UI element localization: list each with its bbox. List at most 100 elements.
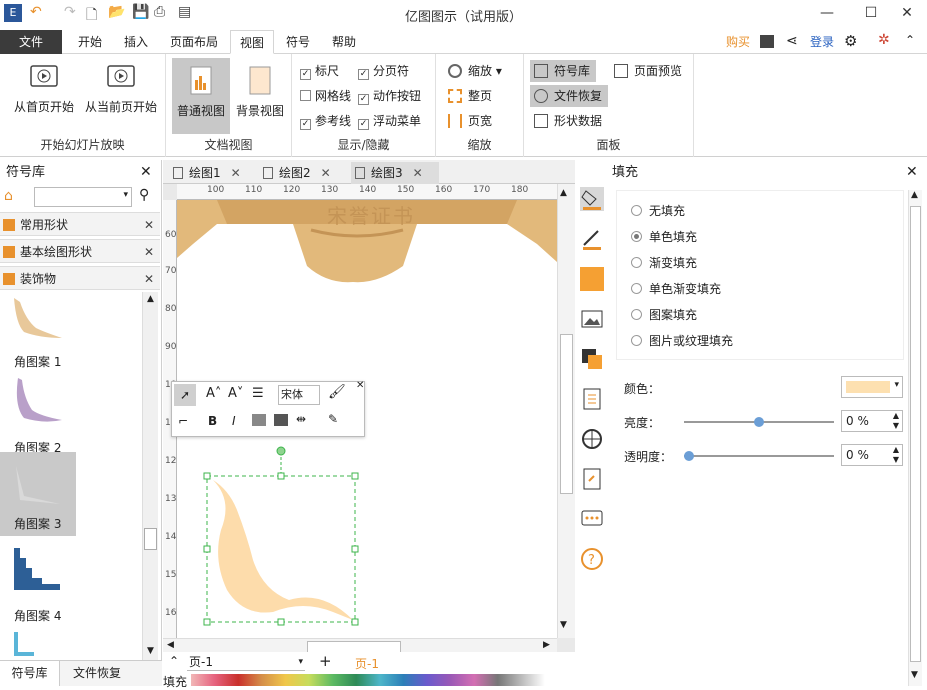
scroll-right-icon[interactable]: ▶ (543, 640, 550, 650)
doc-tab-2[interactable]: 绘图2 ✕ (259, 162, 331, 184)
fill-icon[interactable] (580, 187, 604, 211)
spinner-arrows-icon[interactable]: ▲ ▼ (893, 445, 899, 465)
font-shrink-icon[interactable]: A˅ (228, 386, 243, 401)
search-icon[interactable]: ⚲ (139, 187, 149, 203)
format-painter-icon[interactable]: 🖌 (328, 384, 346, 400)
image-icon[interactable] (580, 307, 604, 331)
scroll-up-icon[interactable]: ▲ (143, 294, 158, 308)
close-category-icon[interactable]: ✕ (144, 240, 154, 264)
radio-mono-gradient-fill[interactable]: 单色渐变填充 (631, 279, 721, 299)
fit-page-button[interactable]: 整页 (444, 85, 492, 107)
minimize-button[interactable]: — (812, 3, 842, 25)
close-tab-icon[interactable]: ✕ (321, 166, 331, 180)
comment-icon[interactable] (580, 507, 604, 531)
layer-icon[interactable] (580, 347, 604, 371)
tab-symbol[interactable]: 符号 (280, 30, 316, 54)
tab-help[interactable]: 帮助 (326, 30, 362, 54)
scroll-down-icon[interactable]: ▼ (911, 670, 918, 680)
transparency-slider[interactable] (684, 451, 834, 461)
connector-icon[interactable]: ⌐ (178, 414, 188, 428)
font-grow-icon[interactable]: A˄ (206, 386, 221, 401)
category-basic-drawing[interactable]: 基本绘图形状 ✕ (0, 239, 160, 263)
brightness-slider-knob[interactable] (754, 417, 764, 427)
close-fill-panel-icon[interactable]: ✕ (906, 164, 918, 180)
scroll-down-icon[interactable]: ▼ (143, 646, 158, 660)
scroll-down-icon[interactable]: ▼ (560, 620, 567, 630)
italic-icon[interactable]: I (232, 414, 236, 428)
tab-view[interactable]: 视图 (230, 30, 274, 54)
transparency-spinner[interactable]: 0 % ▲ ▼ (841, 444, 903, 466)
font-select[interactable]: 宋体 (278, 385, 320, 405)
close-mini-toolbar-icon[interactable]: ✕ (356, 380, 364, 391)
globe-icon[interactable] (580, 427, 604, 451)
checkbox-guides[interactable]: ✓ 参考线 (300, 112, 351, 130)
close-panel-icon[interactable]: ✕ (140, 164, 152, 180)
symbol-corner-4[interactable]: 角图案 4 (0, 544, 140, 628)
library-scrollbar[interactable]: ▲ ▼ (142, 292, 158, 662)
symbol-library-button[interactable]: 符号库 (530, 60, 596, 82)
line-style-icon[interactable]: ✎ (328, 412, 338, 426)
add-page-icon[interactable]: + (319, 652, 332, 670)
scroll-up-icon[interactable]: ▲ (911, 190, 918, 200)
collapse-up-icon[interactable]: ⌃ (169, 654, 179, 668)
line-style-icon[interactable] (580, 227, 604, 251)
document-icon[interactable] (580, 387, 604, 411)
tab-file[interactable]: 文件 (0, 30, 62, 54)
share-icon[interactable]: ⋖ (786, 33, 798, 49)
attachment-icon[interactable] (580, 467, 604, 491)
scroll-up-icon[interactable]: ▲ (560, 188, 567, 198)
start-current-page-button[interactable]: 从当前页开始 (82, 60, 160, 115)
category-common-shapes[interactable]: 常用形状 ✕ (0, 212, 160, 236)
bold-icon[interactable]: B (208, 414, 217, 428)
symbol-corner-5[interactable] (0, 630, 140, 660)
brand-icon[interactable]: ✲ (878, 32, 890, 48)
shape-data-button[interactable]: 形状数据 (530, 110, 602, 132)
pointer-tool-icon[interactable]: ➚ (174, 384, 196, 406)
canvas-vertical-scrollbar[interactable]: ▲ ▼ (557, 184, 575, 638)
tab-home[interactable]: 开始 (70, 30, 110, 54)
gear-icon[interactable]: ⚙ (844, 32, 857, 50)
certificate-title[interactable]: 宋誉证书 (327, 200, 415, 229)
radio-gradient-fill[interactable]: 渐变填充 (631, 253, 697, 273)
page-preview-button[interactable]: 页面预览 (610, 60, 682, 82)
close-category-icon[interactable]: ✕ (144, 213, 154, 237)
symbol-corner-3[interactable]: 角图案 3 (0, 452, 76, 536)
align-icon[interactable]: ☰ (252, 386, 264, 401)
canvas-vscroll-thumb[interactable] (560, 334, 573, 494)
spinner-arrows-icon[interactable]: ▲ ▼ (893, 411, 899, 431)
checkbox-grid[interactable]: 网格线 (300, 87, 351, 105)
screen-icon[interactable] (760, 35, 774, 48)
help-icon[interactable]: ? (580, 547, 604, 571)
home-icon[interactable]: ⌂ (4, 188, 13, 204)
doc-tab-3[interactable]: 绘图3 ✕ (351, 162, 439, 184)
tab-insert[interactable]: 插入 (116, 30, 156, 54)
category-decorations[interactable]: 装饰物 ✕ (0, 266, 160, 290)
radio-texture-fill[interactable]: 图片或纹理填充 (631, 331, 733, 351)
login-link[interactable]: 登录 (806, 30, 838, 54)
tab-file-recovery[interactable]: 文件恢复 (64, 661, 130, 686)
file-recovery-button[interactable]: 文件恢复 (530, 85, 608, 107)
checkbox-pagebreak[interactable]: ✓ 分页符 (358, 62, 409, 80)
close-window-button[interactable]: ✕ (892, 3, 922, 25)
start-first-page-button[interactable]: 从首页开始 (6, 60, 82, 115)
color-picker[interactable]: ▾ (841, 376, 903, 398)
fill-panel-scroll-thumb[interactable] (910, 206, 921, 662)
zoom-button[interactable]: 缩放 ▾ (444, 60, 502, 82)
send-back-icon[interactable] (274, 414, 288, 426)
bring-front-icon[interactable] (252, 414, 266, 426)
color-palette-strip[interactable] (191, 674, 545, 686)
close-tab-icon[interactable]: ✕ (231, 166, 241, 180)
radio-no-fill[interactable]: 无填充 (631, 201, 685, 221)
symbol-corner-1[interactable]: 角图案 1 (0, 290, 140, 374)
buy-link[interactable]: 购买 (720, 30, 756, 54)
brightness-spinner[interactable]: 0 % ▲ ▼ (841, 410, 903, 432)
symbol-corner-2[interactable]: 角图案 2 (0, 376, 140, 460)
checkbox-ruler[interactable]: ✓ 标尺 (300, 62, 339, 80)
tab-page-layout[interactable]: 页面布局 (164, 30, 224, 54)
library-search-input[interactable]: ▾ (34, 187, 132, 207)
normal-view-button[interactable]: 普通视图 (172, 58, 230, 134)
checkbox-float-menu[interactable]: ✓ 浮动菜单 (358, 112, 421, 130)
brightness-slider[interactable] (684, 417, 834, 427)
maximize-button[interactable]: ☐ (856, 3, 886, 25)
shadow-icon[interactable] (580, 267, 604, 291)
